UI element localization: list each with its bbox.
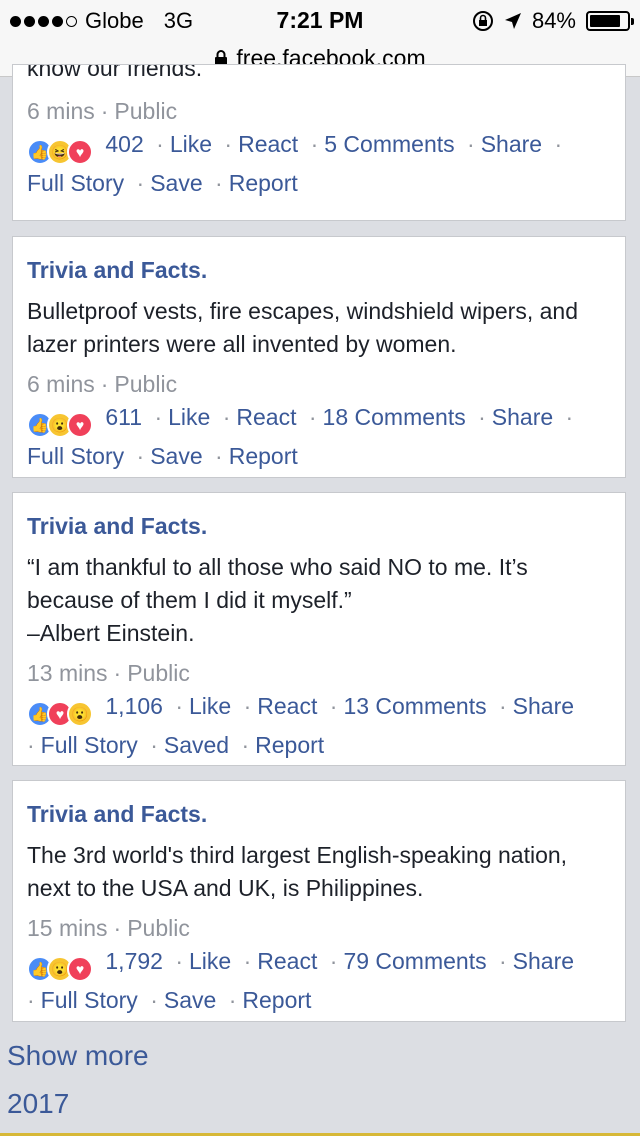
post-body: “I am thankful to all those who said NO …: [27, 554, 528, 613]
battery-icon: [586, 11, 634, 31]
post-privacy: Public: [127, 660, 190, 686]
like-link[interactable]: Like: [189, 693, 231, 719]
love-reaction-icon: ♥: [67, 139, 93, 165]
post-author[interactable]: Trivia and Facts.: [27, 799, 611, 829]
reaction-summary[interactable]: 👍 ♥ 😮: [27, 701, 93, 727]
reaction-count[interactable]: 402: [105, 131, 143, 157]
reaction-summary[interactable]: 👍 😮 ♥: [27, 412, 93, 438]
reaction-summary[interactable]: 👍 😮 ♥: [27, 956, 93, 982]
post-quote-author: –Albert Einstein.: [27, 620, 195, 646]
save-link[interactable]: Save: [164, 987, 216, 1013]
post-card: know our friends. 6 mins · Public 👍 😆 ♥ 40…: [12, 64, 626, 221]
post-time: 13 mins: [27, 660, 108, 686]
post-body: The 3rd world's third largest English-sp…: [27, 842, 568, 901]
reaction-count[interactable]: 1,106: [105, 693, 163, 719]
post-actions: 👍 😆 ♥ 402 · Like · React · 5 Comments · Shar…: [27, 131, 563, 196]
share-link[interactable]: Share: [481, 131, 542, 157]
post-card: Trivia and Facts. Bulletproof vests, fir…: [12, 236, 626, 478]
full-story-link[interactable]: Full Story: [41, 987, 138, 1013]
report-link[interactable]: Report: [229, 443, 298, 469]
share-link[interactable]: Share: [492, 404, 553, 430]
post-time: 15 mins: [27, 915, 108, 941]
wow-reaction-icon: 😮: [67, 701, 93, 727]
react-link[interactable]: React: [236, 404, 296, 430]
like-link[interactable]: Like: [170, 131, 212, 157]
saved-link[interactable]: Saved: [164, 732, 229, 758]
post-card: Trivia and Facts. The 3rd world's third …: [12, 780, 626, 1022]
reaction-summary[interactable]: 👍 😆 ♥: [27, 139, 93, 165]
report-link[interactable]: Report: [255, 732, 324, 758]
battery-percent: 84%: [531, 8, 576, 33]
post-privacy: Public: [114, 371, 178, 397]
battery-fill: [590, 15, 621, 27]
like-link[interactable]: Like: [168, 404, 210, 430]
post-time: 6 mins: [27, 98, 95, 124]
share-link[interactable]: Share: [513, 948, 574, 974]
post-author[interactable]: Trivia and Facts.: [27, 511, 611, 541]
post-meta: 6 mins · Public: [27, 371, 178, 397]
location-arrow-icon: [504, 13, 521, 29]
reaction-count[interactable]: 1,792: [105, 948, 163, 974]
love-reaction-icon: ♥: [67, 956, 93, 982]
react-link[interactable]: React: [238, 131, 298, 157]
post-meta: 6 mins · Public: [27, 98, 178, 124]
post-meta: 13 mins · Public: [27, 660, 190, 686]
rotation-lock-icon: [472, 11, 493, 31]
comments-link[interactable]: 79 Comments: [343, 948, 486, 974]
post-author[interactable]: Trivia and Facts.: [27, 255, 611, 285]
post-body: Bulletproof vests, fire escapes, windshi…: [27, 298, 579, 357]
post-privacy: Public: [127, 915, 190, 941]
post-actions: 👍 ♥ 😮 1,106 · Like · React · 13 Comments · S…: [27, 693, 575, 758]
full-story-link[interactable]: Full Story: [41, 732, 138, 758]
post-privacy: Public: [114, 98, 178, 124]
reaction-count[interactable]: 611: [105, 404, 142, 430]
post-actions: 👍 😮 ♥ 1,792 · Like · React · 79 Comments · S…: [27, 948, 575, 1013]
like-link[interactable]: Like: [189, 948, 231, 974]
post-actions: 👍 😮 ♥ 611 · Like · React · 18 Comments · Sha…: [27, 404, 574, 469]
comments-link[interactable]: 13 Comments: [343, 693, 486, 719]
react-link[interactable]: React: [257, 693, 317, 719]
report-link[interactable]: Report: [229, 170, 298, 196]
year-link-2017[interactable]: 2017: [7, 1088, 69, 1120]
show-more-link[interactable]: Show more: [7, 1040, 149, 1072]
save-link[interactable]: Save: [150, 443, 202, 469]
full-story-link[interactable]: Full Story: [27, 443, 124, 469]
share-link[interactable]: Share: [513, 693, 574, 719]
post-meta: 15 mins · Public: [27, 915, 190, 941]
post-time: 6 mins: [27, 371, 95, 397]
status-bar: Globe 3G 7:21 PM 84%: [0, 0, 640, 40]
react-link[interactable]: React: [257, 948, 317, 974]
comments-link[interactable]: 5 Comments: [324, 131, 454, 157]
comments-link[interactable]: 18 Comments: [323, 404, 466, 430]
report-link[interactable]: Report: [242, 987, 311, 1013]
status-right: 84%: [472, 8, 634, 34]
post-card: Trivia and Facts. “I am thankful to all …: [12, 492, 626, 766]
full-story-link[interactable]: Full Story: [27, 170, 124, 196]
save-link[interactable]: Save: [150, 170, 202, 196]
love-reaction-icon: ♥: [67, 412, 93, 438]
post-body: know our friends.: [27, 65, 203, 81]
